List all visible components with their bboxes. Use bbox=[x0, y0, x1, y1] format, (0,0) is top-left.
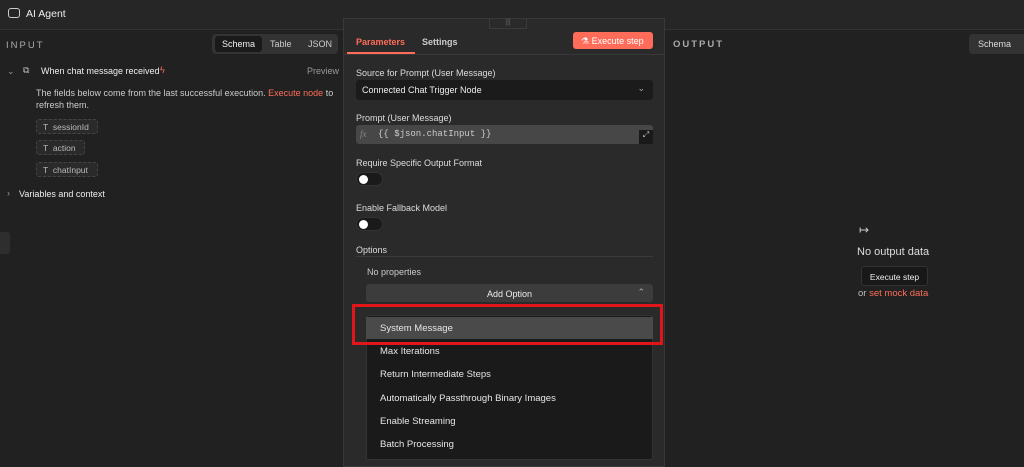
page-title: AI Agent bbox=[26, 8, 66, 20]
add-option-button[interactable]: Add Option ⌃ bbox=[366, 284, 653, 302]
preview-label: Preview bbox=[307, 66, 340, 76]
text-type-icon: T bbox=[43, 122, 53, 132]
robot-icon bbox=[8, 8, 20, 18]
flask-icon: ⚗ bbox=[581, 36, 592, 46]
prompt-value: {{ $json.chatInput }} bbox=[378, 129, 492, 139]
prompt-input[interactable]: fx {{ $json.chatInput }} ⤢ bbox=[356, 125, 653, 144]
chevron-right-icon[interactable]: › bbox=[7, 188, 10, 198]
execute-step-button[interactable]: ⚗ Execute step bbox=[573, 32, 653, 49]
drag-handle[interactable]: ||| bbox=[489, 19, 527, 29]
no-output-data: No output data bbox=[857, 246, 930, 258]
notice: The fields below come from the last succ… bbox=[36, 87, 336, 111]
output-format-toggle[interactable] bbox=[356, 172, 383, 186]
notice-text: The fields below come from the last succ… bbox=[36, 88, 266, 98]
lightning-icon: ϟ bbox=[160, 65, 165, 75]
or-text: or bbox=[858, 288, 867, 299]
field-name: sessionId bbox=[52, 122, 89, 132]
fx-icon: fx bbox=[360, 129, 367, 139]
no-properties: No properties bbox=[367, 267, 422, 277]
node-name[interactable]: When chat message received bbox=[41, 66, 160, 76]
output-format-label: Require Specific Output Format bbox=[356, 158, 483, 168]
execute-step-label: Execute step bbox=[591, 36, 644, 46]
input-panel: INPUT Schema Table JSON ⌄ ⧉ When chat me… bbox=[0, 30, 343, 467]
schema-button[interactable]: Schema bbox=[969, 34, 1024, 54]
chat-icon: ⧉ bbox=[23, 65, 30, 75]
text-type-icon: T bbox=[43, 165, 53, 175]
input-title: INPUT bbox=[6, 40, 45, 51]
dropdown-item-intermediate-steps[interactable]: Return Intermediate Steps bbox=[366, 363, 653, 386]
text-type-icon: T bbox=[43, 143, 53, 153]
variables-context[interactable]: Variables and context bbox=[19, 189, 105, 199]
expand-icon[interactable]: ⤢ bbox=[639, 130, 653, 144]
output-title: OUTPUT bbox=[673, 39, 725, 50]
field-name: chatInput bbox=[52, 165, 88, 175]
output-panel: OUTPUT Schema ↦ No output data Execute s… bbox=[665, 30, 1024, 467]
add-option-label: Add Option bbox=[486, 289, 533, 299]
mock-data-line: or set mock data bbox=[858, 288, 928, 299]
field-pill[interactable]: T sessionId bbox=[36, 119, 98, 134]
source-label: Source for Prompt (User Message) bbox=[356, 68, 496, 78]
field-pill[interactable]: T action bbox=[36, 140, 85, 155]
tab-settings[interactable]: Settings bbox=[422, 37, 458, 47]
field-pill[interactable]: T chatInput bbox=[36, 162, 98, 177]
prompt-label: Prompt (User Message) bbox=[356, 113, 452, 123]
source-value: Connected Chat Trigger Node bbox=[362, 85, 482, 95]
source-select[interactable]: Connected Chat Trigger Node ⌄ bbox=[356, 80, 653, 100]
options-label: Options bbox=[356, 245, 388, 255]
divider bbox=[356, 256, 653, 257]
fallback-label: Enable Fallback Model bbox=[356, 203, 448, 213]
dropdown-item-passthrough-binary[interactable]: Automatically Passthrough Binary Images bbox=[366, 387, 653, 410]
chevron-up-icon: ⌃ bbox=[637, 287, 645, 297]
output-execute-step-button[interactable]: Execute step bbox=[861, 266, 928, 286]
highlight-box bbox=[352, 304, 663, 345]
feedback-tab[interactable] bbox=[0, 232, 10, 254]
tab-table[interactable]: Table bbox=[270, 39, 292, 49]
dropdown-item-enable-streaming[interactable]: Enable Streaming bbox=[366, 410, 653, 433]
tab-parameters[interactable]: Parameters bbox=[356, 37, 405, 47]
tab-json[interactable]: JSON bbox=[308, 39, 332, 49]
tab-schema[interactable]: Schema bbox=[215, 36, 262, 52]
set-mock-data-link[interactable]: set mock data bbox=[869, 288, 928, 299]
chevron-down-icon[interactable]: ⌄ bbox=[7, 66, 15, 77]
chevron-down-icon: ⌄ bbox=[637, 83, 645, 93]
execute-node-link[interactable]: Execute node bbox=[268, 88, 323, 98]
arrow-right-to-bar-icon: ↦ bbox=[859, 223, 870, 237]
dropdown-item-batch-processing[interactable]: Batch Processing bbox=[366, 433, 653, 456]
field-name: action bbox=[52, 143, 76, 153]
divider bbox=[344, 54, 664, 55]
fallback-toggle[interactable] bbox=[356, 217, 383, 231]
